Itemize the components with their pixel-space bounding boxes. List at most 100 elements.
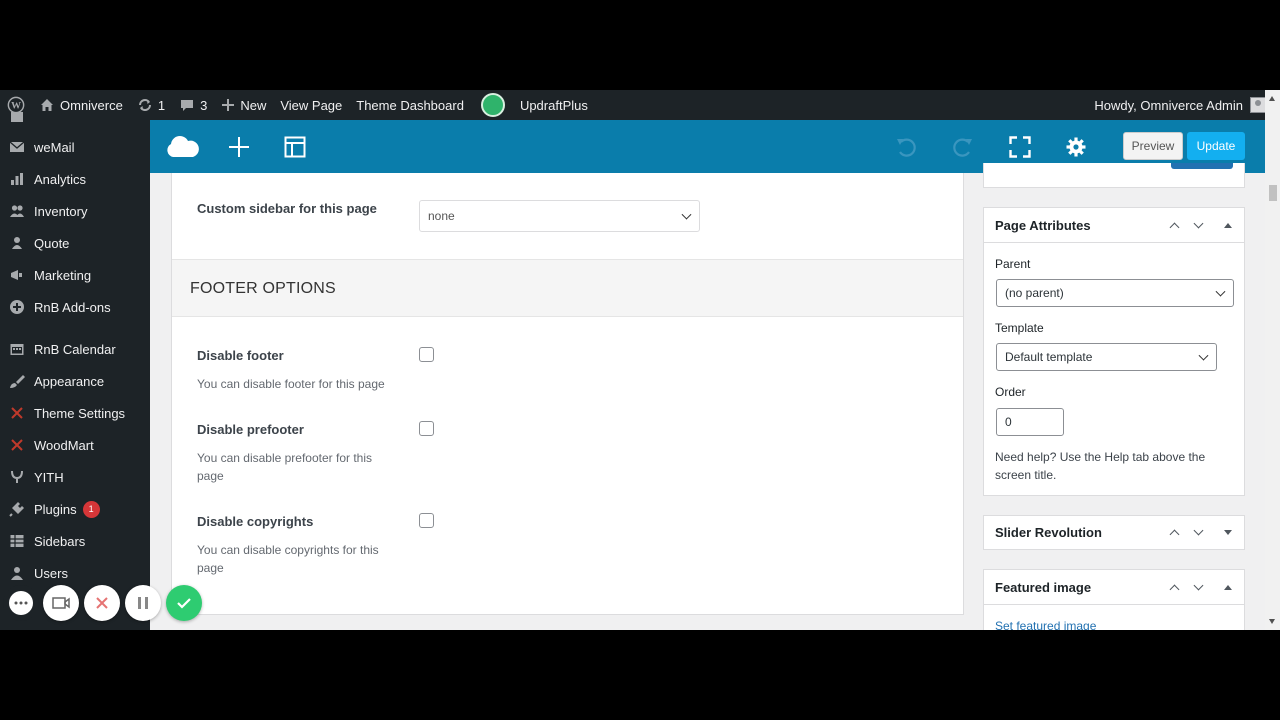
- disable-footer-checkbox[interactable]: [419, 347, 434, 362]
- toggle-panel-button[interactable]: [1216, 208, 1240, 243]
- move-up-button[interactable]: [1162, 516, 1186, 549]
- recorder-cancel-button[interactable]: [84, 585, 120, 621]
- chevron-up-icon: [1169, 222, 1179, 233]
- screen: W Omniverce 1 3 New View Page Theme Dash…: [0, 90, 1280, 630]
- help-text: Need help? Use the Help tab above the sc…: [995, 450, 1206, 482]
- publish-button-partial[interactable]: [1171, 163, 1233, 169]
- disable-copyrights-description: You can disable copyrights for this page: [197, 543, 379, 575]
- sidebar-item-quote[interactable]: Quote: [0, 227, 150, 259]
- toggle-panel-button[interactable]: [1216, 570, 1240, 605]
- move-down-button[interactable]: [1186, 208, 1210, 243]
- sidebar-item-label: Analytics: [34, 171, 87, 187]
- move-up-button[interactable]: [1162, 570, 1186, 605]
- calendar-icon: [8, 340, 26, 358]
- recorder-finish-button[interactable]: [166, 585, 202, 621]
- sidebar-item-yith[interactable]: YITH: [0, 461, 150, 493]
- page-attributes-box: Page Attributes Parent (no parent) Templ…: [983, 207, 1245, 496]
- disable-copyrights-checkbox[interactable]: [419, 513, 434, 528]
- recorder-more-button[interactable]: [3, 585, 39, 621]
- slider-revolution-header[interactable]: Slider Revolution: [984, 516, 1244, 549]
- parent-select[interactable]: (no parent): [996, 279, 1234, 307]
- featured-image-title: Featured image: [995, 579, 1092, 595]
- view-page-link[interactable]: View Page: [273, 90, 349, 120]
- disable-prefooter-checkbox[interactable]: [419, 421, 434, 436]
- sidebar-item-label: Theme Settings: [34, 405, 126, 421]
- undo-button[interactable]: [892, 133, 920, 161]
- sidebar-item-marketing[interactable]: Marketing: [0, 259, 150, 291]
- chevron-down-icon: [1198, 350, 1209, 361]
- sidebar-item-label: Users: [34, 565, 68, 581]
- fullscreen-icon: [1009, 136, 1031, 158]
- recorder-camera-button[interactable]: [43, 585, 79, 621]
- sidebar-item-label: Appearance: [34, 373, 105, 389]
- page-scrollbar[interactable]: [1265, 90, 1280, 630]
- mail-icon: [8, 138, 26, 156]
- new-content-link[interactable]: New: [214, 90, 273, 120]
- set-featured-image-link[interactable]: Set featured image: [995, 619, 1096, 630]
- scroll-up-icon[interactable]: [1269, 96, 1275, 101]
- settings-button[interactable]: [1062, 133, 1090, 161]
- move-up-button[interactable]: [1162, 208, 1186, 243]
- sidebar-item-wemail[interactable]: weMail: [0, 131, 150, 163]
- templates-button[interactable]: [281, 133, 309, 161]
- move-down-button[interactable]: [1186, 516, 1210, 549]
- recorder-pause-button[interactable]: [125, 585, 161, 621]
- scroll-down-icon[interactable]: [1269, 619, 1275, 624]
- gear-icon: [1066, 137, 1086, 157]
- scrollbar-thumb[interactable]: [1269, 185, 1277, 201]
- sidebar-item-label: WoodMart: [34, 437, 94, 453]
- admin-bar: W Omniverce 1 3 New View Page Theme Dash…: [0, 90, 1280, 120]
- avatar[interactable]: [1250, 97, 1266, 113]
- move-down-button[interactable]: [1186, 570, 1210, 605]
- sidebar-item-rnb-calendar[interactable]: RnB Calendar: [0, 333, 150, 365]
- theme-dashboard-link[interactable]: Theme Dashboard: [349, 90, 471, 120]
- update-button[interactable]: Update: [1187, 132, 1245, 160]
- sidebar-item-rnb-addons[interactable]: RnB Add-ons: [0, 291, 150, 323]
- fullscreen-button[interactable]: [1006, 133, 1034, 161]
- sidebar-item-inventory[interactable]: Inventory: [0, 195, 150, 227]
- custom-sidebar-value: none: [428, 209, 455, 223]
- chevron-up-icon: [1169, 584, 1179, 595]
- cloud-logo-icon[interactable]: [164, 133, 200, 161]
- sidebar-item-sidebars[interactable]: Sidebars: [0, 525, 150, 557]
- toggle-panel-button[interactable]: [1216, 516, 1240, 549]
- redo-icon: [953, 138, 972, 157]
- parent-label: Parent: [995, 257, 1031, 271]
- sidebar-item-plugins[interactable]: Plugins 1: [0, 493, 150, 525]
- chevron-down-icon: [681, 209, 692, 220]
- sidebar-item-analytics[interactable]: Analytics: [0, 163, 150, 195]
- sidebar-item-woodmart[interactable]: WoodMart: [0, 429, 150, 461]
- check-icon: [177, 598, 191, 609]
- chevron-down-icon: [1193, 580, 1203, 591]
- theme-icon: [8, 404, 26, 422]
- template-select[interactable]: Default template: [996, 343, 1217, 371]
- add-element-button[interactable]: [225, 133, 253, 161]
- yith-icon: [8, 468, 26, 486]
- table-icon: [8, 532, 26, 550]
- sidebar-item-label: YITH: [34, 469, 64, 485]
- custom-sidebar-select[interactable]: none: [419, 200, 700, 232]
- order-input[interactable]: 0: [996, 408, 1064, 436]
- plus-icon: [229, 137, 249, 157]
- sidebar-item-label: Inventory: [34, 203, 88, 219]
- parent-value: (no parent): [1005, 286, 1064, 300]
- quote-icon: [8, 234, 26, 252]
- sidebar-item-theme-settings[interactable]: Theme Settings: [0, 397, 150, 429]
- plugins-update-badge: 1: [82, 500, 100, 518]
- sidebar-item-appearance[interactable]: Appearance: [0, 365, 150, 397]
- howdy-user-link[interactable]: Howdy, Omniverce Admin: [1094, 98, 1243, 113]
- plugin-icon: [8, 500, 26, 518]
- disable-copyrights-label: Disable copyrights: [197, 514, 314, 529]
- slider-revolution-title: Slider Revolution: [995, 525, 1102, 540]
- sidebar-item-label: weMail: [34, 139, 75, 155]
- layout-icon: [284, 136, 306, 158]
- redo-button[interactable]: [949, 133, 977, 161]
- caret-down-icon: [1224, 530, 1232, 535]
- updraftplus-link[interactable]: UpdraftPlus: [513, 90, 595, 120]
- plus-icon: [221, 98, 235, 112]
- admin-sidebar: weMail Analytics Inventory Quote Marketi…: [0, 112, 150, 630]
- page-attributes-title: Page Attributes: [995, 217, 1091, 233]
- preview-button[interactable]: Preview: [1123, 132, 1183, 160]
- sidebar-item-partial[interactable]: [0, 102, 150, 134]
- comments-link[interactable]: 3: [172, 90, 214, 120]
